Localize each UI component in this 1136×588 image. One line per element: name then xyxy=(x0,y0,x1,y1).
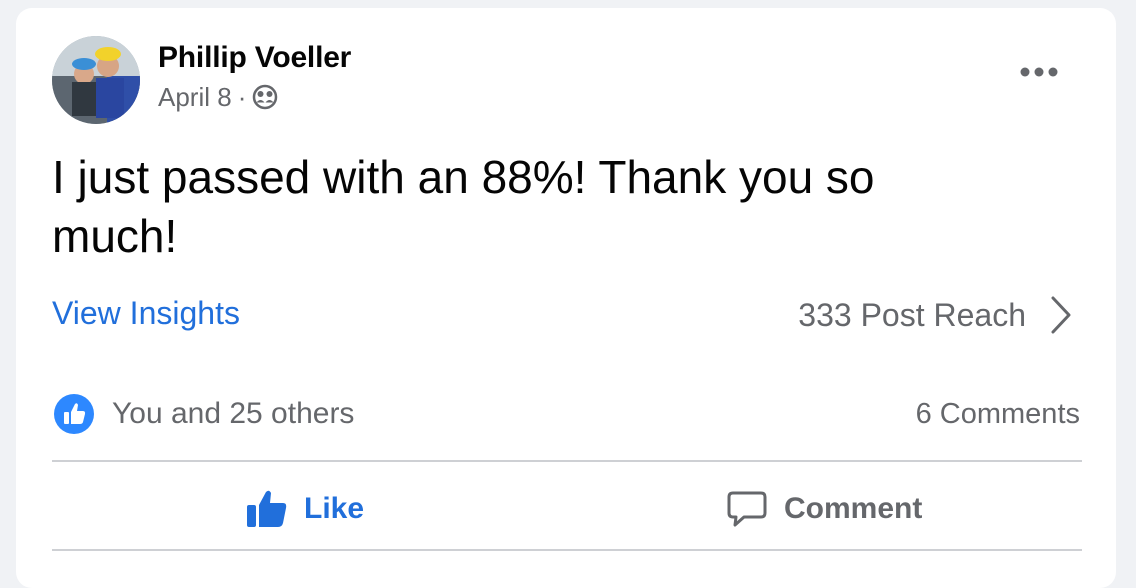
reactions-label: You and 25 others xyxy=(112,397,355,430)
avatar-photo xyxy=(52,36,140,124)
author-name[interactable]: Phillip Voeller xyxy=(158,41,351,75)
meta-separator: · xyxy=(237,81,247,112)
comment-label: Comment xyxy=(784,492,923,525)
comment-icon xyxy=(726,489,768,529)
avatar[interactable] xyxy=(52,36,140,124)
post-meta: April 8 · xyxy=(158,82,278,112)
view-insights-link[interactable]: View Insights xyxy=(52,295,240,332)
chevron-right-icon xyxy=(1050,295,1072,335)
post-card: Phillip Voeller April 8 · I just passed … xyxy=(16,8,1116,588)
friends-icon[interactable] xyxy=(252,84,278,110)
like-button[interactable]: Like xyxy=(246,486,364,532)
like-label: Like xyxy=(304,492,365,525)
divider xyxy=(52,460,1082,462)
post-reach-link[interactable]: 333 Post Reach xyxy=(798,295,1072,335)
post-text: I just passed with an 88%! Thank you so … xyxy=(52,151,875,262)
comments-count[interactable]: 6 Comments xyxy=(916,398,1080,431)
thumbs-up-icon xyxy=(246,489,288,529)
post-date[interactable]: April 8 xyxy=(158,82,232,113)
divider xyxy=(52,549,1082,551)
more-options-icon[interactable] xyxy=(1014,60,1064,84)
reactions-summary[interactable]: You and 25 others xyxy=(54,394,354,434)
like-reaction-icon xyxy=(54,394,94,434)
post-reach-label: 333 Post Reach xyxy=(798,296,1026,333)
comment-button[interactable]: Comment xyxy=(726,486,922,532)
